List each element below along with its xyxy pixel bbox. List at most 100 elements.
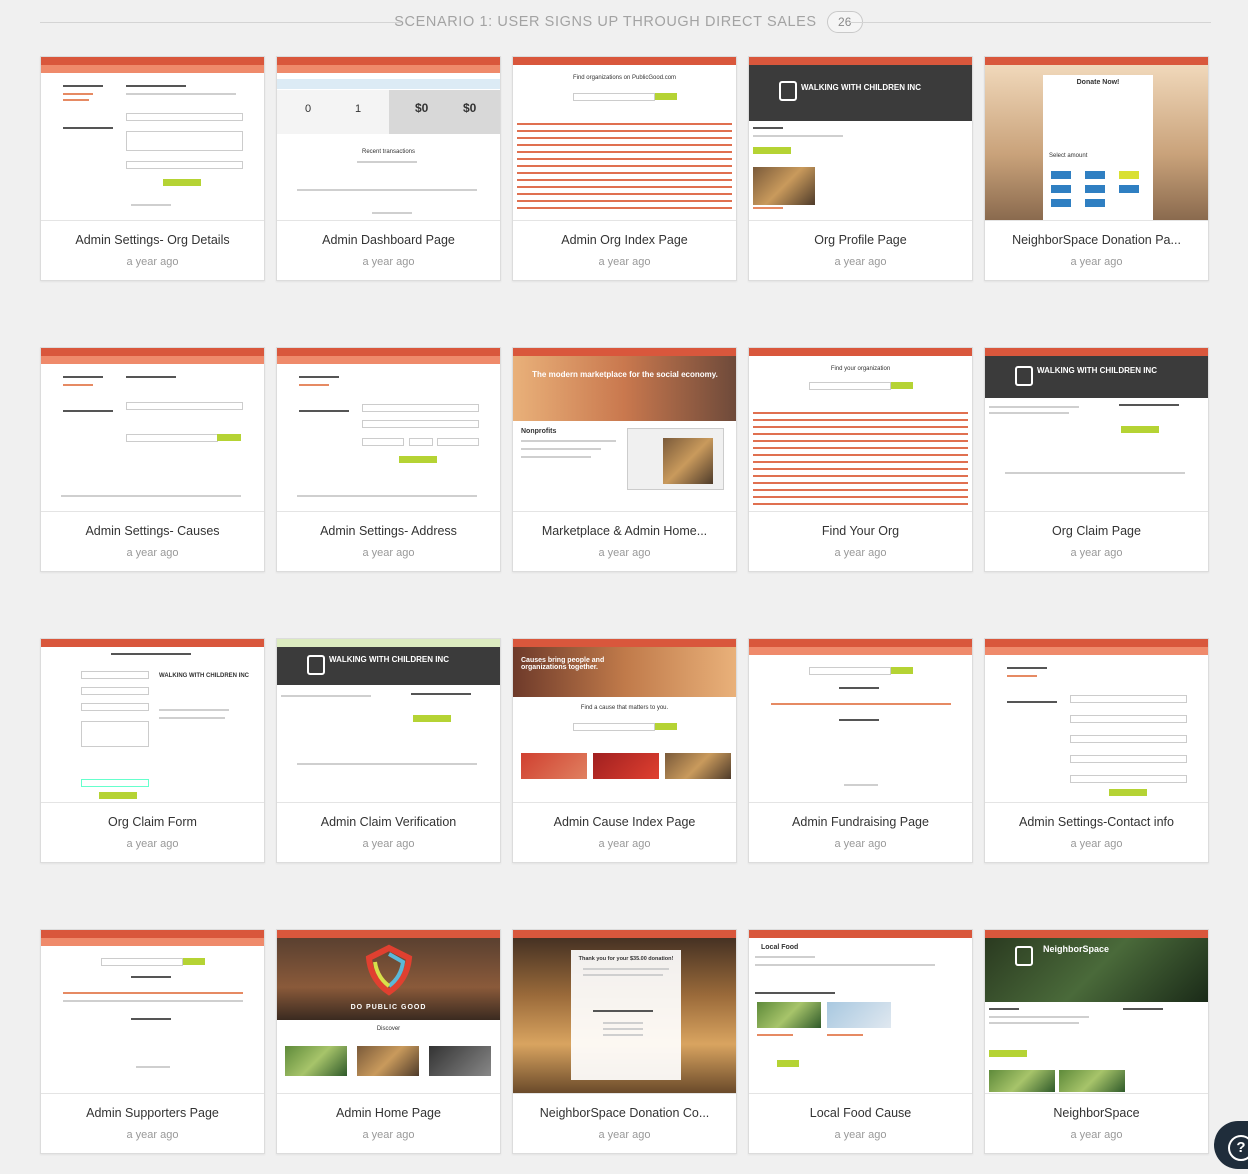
card-timestamp: a year ago (126, 256, 179, 268)
card-timestamp: a year ago (126, 547, 179, 559)
card-timestamp: a year ago (362, 256, 415, 268)
card-timestamp: a year ago (598, 838, 651, 850)
screen-thumbnail: The modern marketplace for the social ec… (513, 348, 736, 512)
index-title: Find organizations on PublicGood.com (572, 75, 677, 81)
screen-thumbnail (41, 57, 264, 221)
screen-card[interactable]: Find organizations on PublicGood.com Adm… (512, 56, 737, 281)
divider-left (40, 22, 402, 23)
org-name: WALKING WITH CHILDREN INC (159, 673, 249, 679)
card-timestamp: a year ago (598, 256, 651, 268)
card-timestamp: a year ago (1070, 547, 1123, 559)
screen-thumbnail: WALKING WITH CHILDREN INC (749, 57, 972, 221)
card-title: Admin Settings-Contact info (1019, 815, 1174, 829)
screen-card[interactable]: Admin Settings- Org Details a year ago (40, 56, 265, 281)
card-title: Admin Fundraising Page (792, 815, 929, 829)
discover-heading: Discover (376, 1026, 401, 1032)
screen-card[interactable]: WALKING WITH CHILDREN INC Org Claim Form… (40, 638, 265, 863)
card-title: Admin Claim Verification (320, 815, 457, 829)
select-amount: Select amount (1049, 153, 1088, 159)
screen-thumbnail: WALKING WITH CHILDREN INC (277, 639, 500, 803)
screen-card[interactable]: WALKING WITH CHILDREN INC Admin Claim Ve… (276, 638, 501, 863)
screen-thumbnail (985, 639, 1208, 803)
card-title: Find Your Org (821, 524, 900, 538)
card-title: Admin Cause Index Page (553, 815, 696, 829)
recent-transactions: Recent transactions (361, 149, 416, 155)
screen-card[interactable]: Admin Fundraising Page a year ago (748, 638, 973, 863)
card-timestamp: a year ago (126, 838, 179, 850)
screen-thumbnail: NeighborSpace (985, 930, 1208, 1094)
screen-thumbnail: Causes bring people and organizations to… (513, 639, 736, 803)
org-name: WALKING WITH CHILDREN INC (801, 83, 921, 92)
screen-card[interactable]: 0 1 $0 $0 Recent transactions Admin Dash… (276, 56, 501, 281)
screen-card[interactable]: Admin Settings- Causes a year ago (40, 347, 265, 572)
screen-thumbnail: Find organizations on PublicGood.com (513, 57, 736, 221)
screen-thumbnail: Local Food (749, 930, 972, 1094)
card-title: Admin Settings- Org Details (75, 233, 230, 247)
card-timestamp: a year ago (1070, 1129, 1123, 1141)
card-timestamp: a year ago (834, 838, 887, 850)
screen-card[interactable]: Local Food Local Food Cause a year ago (748, 929, 973, 1154)
screen-card[interactable]: WALKING WITH CHILDREN INC Org Profile Pa… (748, 56, 973, 281)
screen-thumbnail: Donate Now! Select amount (985, 57, 1208, 221)
screen-thumbnail: DO PUBLIC GOOD Discover (277, 930, 500, 1094)
section-header: SCENARIO 1: USER SIGNS UP THROUGH DIRECT… (40, 8, 1211, 36)
screen-card[interactable]: NeighborSpace NeighborSpace a year ago (984, 929, 1209, 1154)
card-timestamp: a year ago (834, 1129, 887, 1141)
question-icon: ? (1228, 1135, 1248, 1161)
screen-card[interactable]: The modern marketplace for the social ec… (512, 347, 737, 572)
card-title: NeighborSpace Donation Pa... (1012, 233, 1181, 247)
card-timestamp: a year ago (126, 1129, 179, 1141)
card-title: Marketplace & Admin Home... (541, 524, 708, 538)
card-title: Admin Settings- Causes (85, 524, 220, 538)
card-title: Admin Home Page (336, 1106, 441, 1120)
find-cause: Find a cause that matters to you. (580, 705, 669, 711)
nonprofits-heading: Nonprofits (521, 428, 557, 435)
card-timestamp: a year ago (362, 838, 415, 850)
card-title: NeighborSpace (1053, 1106, 1140, 1120)
card-timestamp: a year ago (1070, 838, 1123, 850)
brand-wordmark: DO PUBLIC GOOD (350, 1004, 427, 1011)
screen-thumbnail (41, 930, 264, 1094)
screen-thumbnail (749, 639, 972, 803)
screen-thumbnail: Find your organization (749, 348, 972, 512)
card-title: Admin Dashboard Page (322, 233, 455, 247)
card-title: Admin Org Index Page (561, 233, 688, 247)
card-timestamp: a year ago (362, 547, 415, 559)
screen-card[interactable]: Causes bring people and organizations to… (512, 638, 737, 863)
find-org-heading: Find your organization (830, 366, 891, 372)
org-name: WALKING WITH CHILDREN INC (1037, 366, 1157, 375)
help-button[interactable]: ? (1214, 1121, 1248, 1169)
cause-name: Local Food (761, 944, 799, 951)
screen-card[interactable]: Donate Now! Select amount NeighborSpace … (984, 56, 1209, 281)
org-name: WALKING WITH CHILDREN INC (329, 655, 449, 664)
org-name: NeighborSpace (1043, 944, 1110, 954)
screen-card[interactable]: DO PUBLIC GOOD Discover Admin Home Page … (276, 929, 501, 1154)
card-timestamp: a year ago (834, 547, 887, 559)
card-title: Org Profile Page (814, 233, 907, 247)
screen-card[interactable]: WALKING WITH CHILDREN INC Org Claim Page… (984, 347, 1209, 572)
screen-card[interactable]: Thank you for your $35.00 donation! Neig… (512, 929, 737, 1154)
screen-thumbnail: Thank you for your $35.00 donation! (513, 930, 736, 1094)
screen-thumbnail (41, 348, 264, 512)
card-title: Local Food Cause (809, 1106, 912, 1120)
screen-card[interactable]: Admin Settings- Address a year ago (276, 347, 501, 572)
stat-value: $0 (463, 101, 477, 115)
screen-card[interactable]: Admin Supporters Page a year ago (40, 929, 265, 1154)
screen-card[interactable]: Admin Settings-Contact info a year ago (984, 638, 1209, 863)
stat-value: $0 (415, 101, 429, 115)
divider-right (849, 22, 1211, 23)
donate-heading: Donate Now! (1076, 79, 1120, 86)
card-timestamp: a year ago (362, 1129, 415, 1141)
marketplace-banner: The modern marketplace for the social ec… (532, 370, 718, 379)
shield-logo-icon (365, 944, 413, 996)
card-title: Org Claim Page (1052, 524, 1141, 538)
card-timestamp: a year ago (598, 547, 651, 559)
screen-thumbnail: WALKING WITH CHILDREN INC (985, 348, 1208, 512)
card-title: Org Claim Form (108, 815, 197, 829)
screen-thumbnail (277, 348, 500, 512)
thank-you-heading: Thank you for your $35.00 donation! (578, 956, 674, 962)
stat-value: 1 (355, 103, 362, 115)
card-title: NeighborSpace Donation Co... (539, 1106, 710, 1120)
screen-card[interactable]: Find your organization Find Your Org a y… (748, 347, 973, 572)
stat-value: 0 (305, 103, 312, 115)
